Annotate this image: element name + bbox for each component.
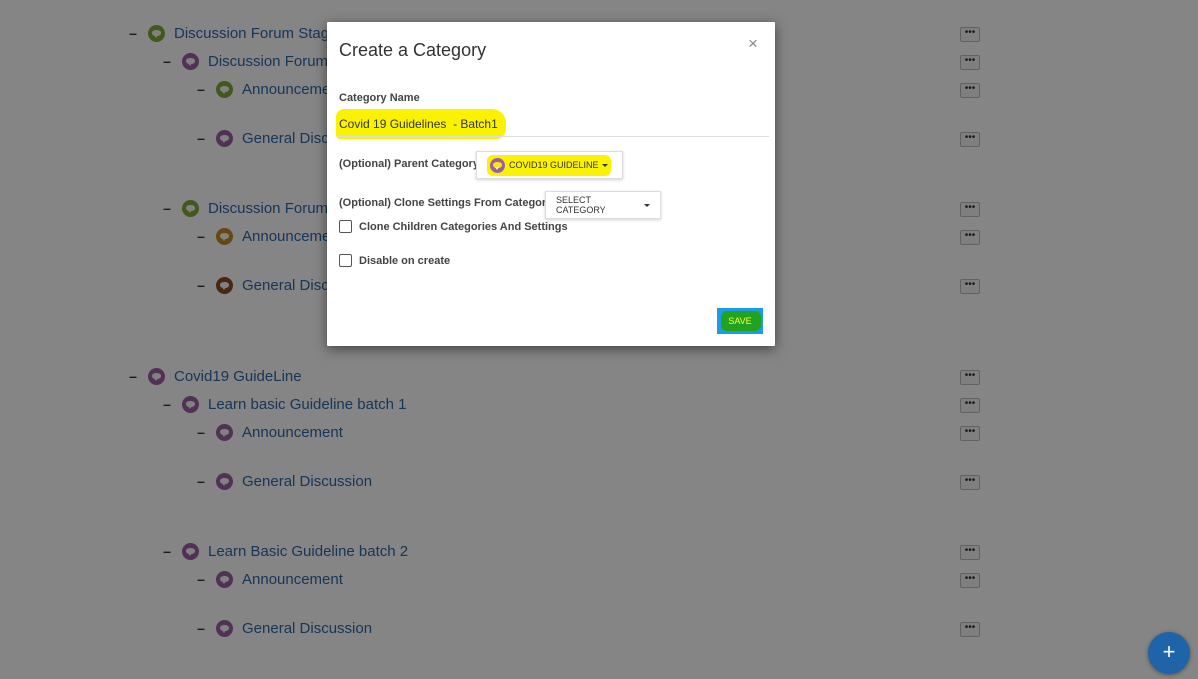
clone-children-checkbox[interactable] (339, 220, 352, 233)
parent-category-label: (Optional) Parent Category (339, 158, 479, 170)
disable-on-create-checkbox[interactable] (339, 254, 352, 267)
dialog-title: Create a Category (339, 40, 487, 60)
parent-category-dropdown[interactable]: COVID19 GUIDELINE (476, 151, 623, 179)
caret-down-icon (601, 163, 608, 167)
parent-category-value: COVID19 GUIDELINE (509, 160, 599, 170)
category-name-input[interactable] (337, 112, 769, 137)
caret-down-icon (644, 203, 650, 207)
category-chat-icon (490, 157, 505, 173)
add-category-fab[interactable]: + (1148, 632, 1190, 674)
clone-children-label: Clone Children Categories And Settings (359, 221, 568, 233)
save-button-label: SAVE (728, 316, 752, 326)
category-name-label: Category Name (339, 92, 420, 104)
create-category-dialog: Create a Category × Category Name (Optio… (327, 22, 775, 346)
clone-settings-label: (Optional) Clone Settings From Category (339, 197, 553, 209)
disable-on-create-label: Disable on create (359, 255, 451, 267)
clone-settings-value: SELECT CATEGORY (556, 195, 606, 215)
clone-settings-dropdown[interactable]: SELECT CATEGORY (545, 191, 661, 219)
save-button[interactable]: SAVE (717, 308, 763, 334)
close-icon[interactable]: × (748, 34, 758, 54)
